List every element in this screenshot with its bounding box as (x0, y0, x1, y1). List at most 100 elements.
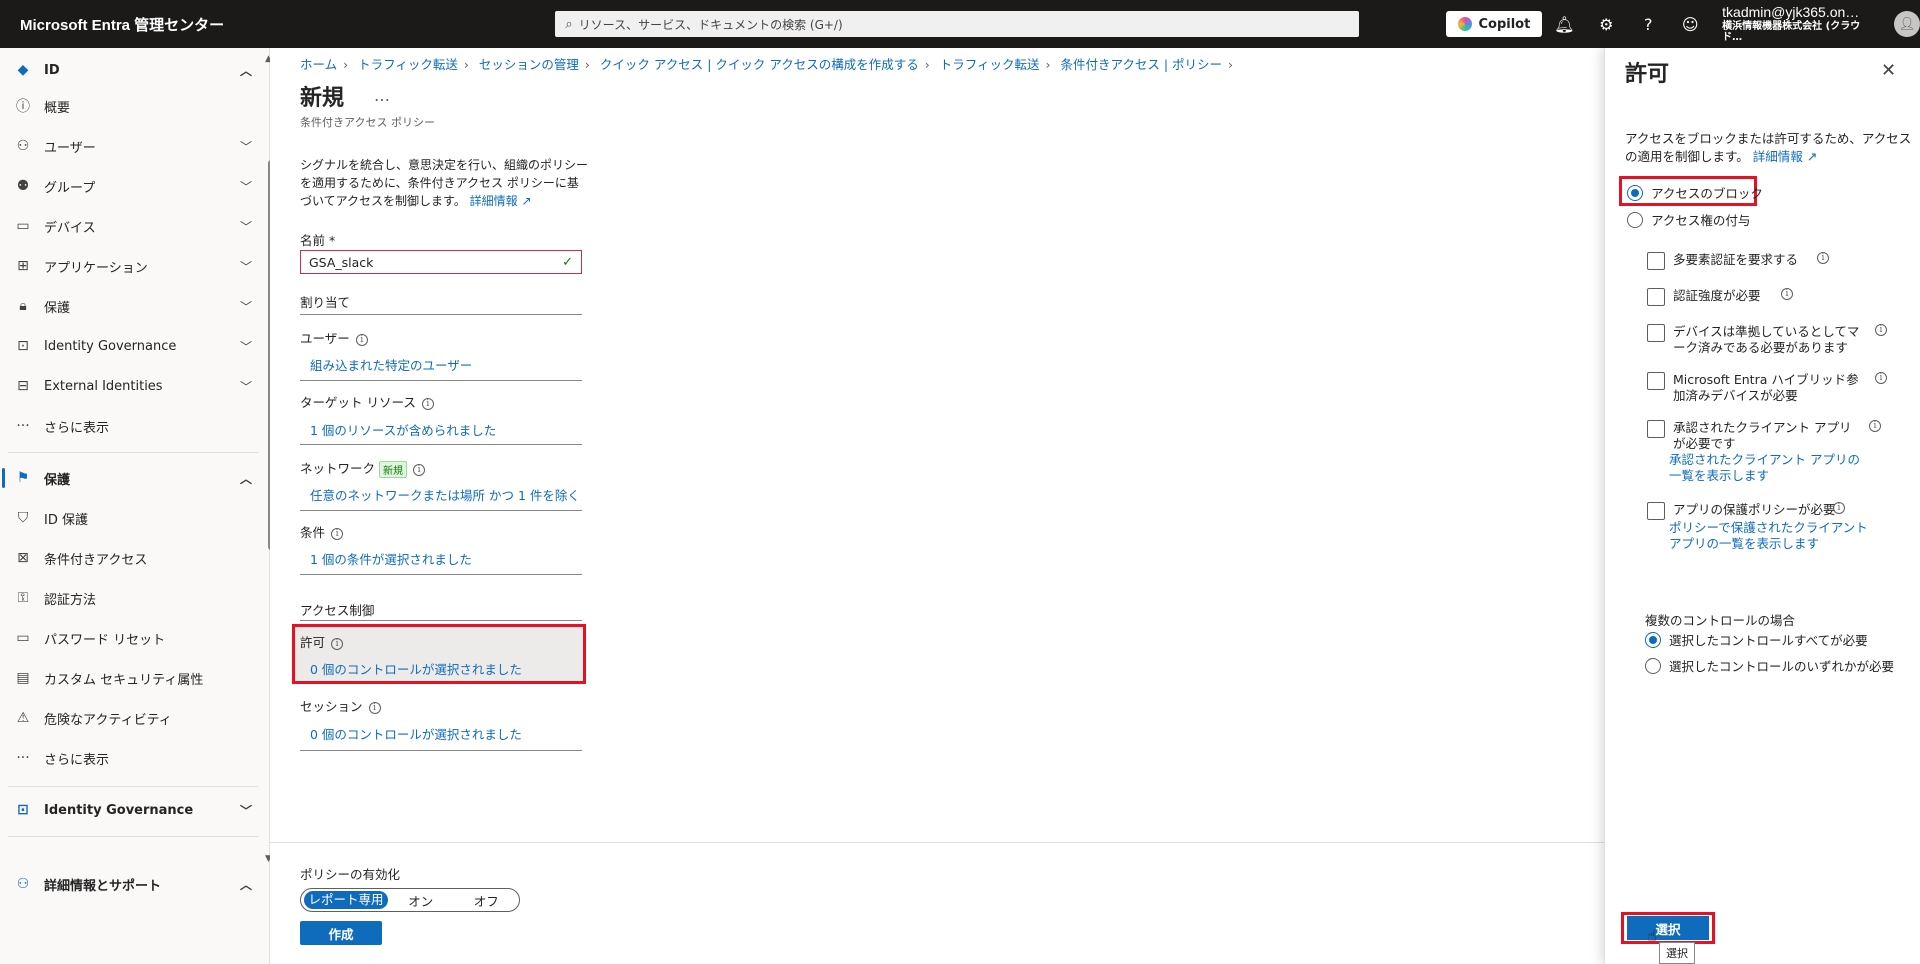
sidebar-item-applications[interactable]: ⊞ アプリケーション ﹀ (0, 248, 262, 284)
info-icon[interactable]: i (368, 701, 381, 714)
toggle-off[interactable]: オフ (454, 891, 520, 910)
sidebar-item-label: ID (44, 62, 60, 78)
require-one-radio[interactable]: 選択したコントロールのいずれかが必要 (1645, 656, 1894, 675)
info-icon[interactable]: i (413, 463, 426, 476)
sidebar-item-groups[interactable]: ⚉ グループ ﹀ (0, 168, 262, 204)
copilot-button[interactable]: Copilot (1446, 11, 1543, 37)
chevron-down-icon: ﹀ (239, 259, 252, 274)
sidebar-item-auth-methods[interactable]: ⚿ 認証方法 (0, 580, 262, 616)
breadcrumb-item[interactable]: セッションの管理 (479, 57, 579, 72)
info-icon[interactable]: i (331, 637, 344, 650)
sidebar-item-identity-governance-section[interactable]: ⊡ Identity Governance ﹀ (0, 792, 262, 828)
breadcrumb-item[interactable]: クイック アクセス | クイック アクセスの構成を作成する (600, 57, 919, 72)
sidebar-item-conditional-access[interactable]: ⊠ 条件付きアクセス (0, 540, 262, 576)
enable-policy-label: ポリシーの有効化 (300, 867, 401, 882)
check-approved-app[interactable]: 承認されたクライアント アプリが必要です i 承認されたクライアント アプリの一… (1647, 420, 1887, 483)
brand-title[interactable]: Microsoft Entra 管理センター (0, 14, 555, 35)
sidebar-item-devices[interactable]: ▭ デバイス ﹀ (0, 208, 262, 244)
breadcrumb-item[interactable]: トラフィック転送 (940, 57, 1040, 72)
bell-icon[interactable]: 🔔︎ (1544, 15, 1584, 34)
info-icon[interactable]: i (355, 333, 368, 346)
info-icon[interactable]: i (1875, 324, 1887, 336)
sidebar-item-risky-activities[interactable]: ⚠ 危険なアクティビティ (0, 700, 262, 736)
panel-learn-more-link[interactable]: 詳細情報 (1753, 149, 1803, 164)
sidebar-item-overview[interactable]: ⓘ 概要 (0, 88, 262, 124)
checkbox[interactable] (1647, 288, 1665, 306)
radio-unselected[interactable] (1627, 211, 1643, 228)
require-all-radio[interactable]: 選択したコントロールすべてが必要 (1645, 630, 1868, 649)
sidebar-item-id[interactable]: ◆ ID ︿ (0, 52, 262, 88)
checkbox[interactable] (1647, 324, 1665, 342)
grant-link[interactable]: 0 個のコントロールが選択されました (310, 659, 522, 678)
sidebar-item-show-more-2[interactable]: ··· さらに表示 (0, 740, 262, 776)
feedback-icon[interactable]: ☺ (1670, 15, 1710, 34)
lock-icon: 🔒︎ (19, 298, 27, 314)
radio-unselected[interactable] (1645, 657, 1661, 674)
more-icon[interactable]: … (374, 86, 390, 105)
info-icon[interactable]: i (1875, 372, 1887, 384)
multiple-controls-label: 複数のコントロールの場合 (1645, 613, 1796, 628)
radio-selected[interactable] (1645, 631, 1661, 648)
breadcrumb-item[interactable]: トラフィック転送 (358, 57, 458, 72)
page-title: 新規 (300, 86, 345, 111)
sidebar-item-protection[interactable]: 🔒︎ 保護 ﹀ (0, 288, 262, 324)
target-resources-label: ターゲット リソース i (300, 392, 434, 411)
enable-policy-toggle[interactable]: レポート専用 オン オフ (300, 888, 520, 912)
risk-icon: ⚠ (16, 710, 30, 726)
info-icon[interactable]: i (1781, 288, 1793, 300)
sidebar-item-password-reset[interactable]: ▭ パスワード リセット (0, 620, 262, 656)
name-field[interactable]: GSA_slack ✓ (300, 250, 582, 274)
target-resources-link[interactable]: 1 個のリソースが含められました (310, 420, 496, 439)
breadcrumb-item[interactable]: ホーム (300, 57, 337, 72)
sidebar-item-protection-section[interactable]: ⚑ 保護 ︿ (0, 460, 262, 496)
help-icon[interactable]: ? (1628, 15, 1668, 34)
info-icon[interactable]: i (421, 397, 434, 410)
sidebar-item-learn-support[interactable]: ⚇ 詳細情報とサポート ︿ (0, 866, 262, 902)
block-access-radio[interactable]: アクセスのブロック (1627, 183, 1763, 202)
toggle-on[interactable]: オン (388, 891, 454, 910)
select-button[interactable]: 選択 (1627, 916, 1709, 940)
info-icon[interactable]: i (1817, 252, 1829, 264)
checkbox[interactable] (1647, 252, 1665, 270)
name-label: 名前 * (300, 233, 336, 248)
sidebar-item-custom-security-attributes[interactable]: ▤ カスタム セキュリティ属性 (0, 660, 262, 696)
gear-icon[interactable]: ⚙ (1586, 15, 1626, 34)
protected-apps-link[interactable]: ポリシーで保護されたクライアント アプリの一覧を表示します (1669, 520, 1879, 552)
sidebar-item-label: さらに表示 (44, 420, 110, 436)
search-box[interactable]: ⌕ リソース、サービス、ドキュメントの検索 (G+/) (555, 11, 1360, 37)
checkbox[interactable] (1647, 502, 1665, 520)
grant-access-radio[interactable]: アクセス権の付与 (1627, 210, 1750, 229)
create-button[interactable]: 作成 (300, 921, 382, 945)
session-link[interactable]: 0 個のコントロールが選択されました (310, 724, 522, 743)
sidebar-item-label: Identity Governance (44, 338, 177, 354)
external-icon: ⊟ (17, 378, 29, 394)
sidebar-item-label: 条件付きアクセス (44, 552, 148, 568)
checkbox[interactable] (1647, 420, 1665, 438)
chevron-right-icon: › (1045, 57, 1051, 72)
avatar[interactable]: 👤︎ (1894, 11, 1920, 37)
breadcrumb-item[interactable]: 条件付きアクセス | ポリシー (1060, 57, 1222, 72)
learn-more-link[interactable]: 詳細情報 (470, 194, 518, 208)
toggle-report-only[interactable]: レポート専用 (304, 891, 388, 909)
checkbox[interactable] (1647, 372, 1665, 390)
sidebar-item-id-protection[interactable]: ⛉ ID 保護 (0, 500, 262, 536)
close-icon[interactable]: ✕ (1881, 60, 1896, 81)
radio-selected[interactable] (1627, 184, 1643, 201)
sidebar-item-label: デバイス (44, 220, 96, 236)
sidebar-item-external-identities[interactable]: ⊟ External Identities ﹀ (0, 368, 262, 404)
sidebar-item-show-more[interactable]: ··· さらに表示 (0, 408, 262, 444)
network-link[interactable]: 任意のネットワークまたは場所 かつ 1 件を除く (310, 485, 580, 504)
check-app-protection[interactable]: アプリの保護ポリシーが必要 i ポリシーで保護されたクライアント アプリの一覧を… (1647, 502, 1887, 562)
info-icon[interactable]: i (1833, 502, 1845, 514)
info-icon[interactable]: i (331, 527, 344, 540)
conditions-link[interactable]: 1 個の条件が選択されました (310, 549, 472, 568)
approved-apps-link[interactable]: 承認されたクライアント アプリの一覧を表示します (1669, 452, 1869, 484)
users-link[interactable]: 組み込まれた特定のユーザー (310, 355, 472, 374)
sidebar-item-users[interactable]: ⚇ ユーザー ﹀ (0, 128, 262, 164)
info-icon[interactable]: i (1869, 420, 1881, 432)
key-icon: ⚿ (17, 590, 29, 606)
sidebar-item-identity-governance[interactable]: ⊡ Identity Governance ﹀ (0, 328, 262, 364)
copilot-icon (1458, 17, 1473, 31)
account-info[interactable]: tkadmin@yjk365.on… 横浜情報機器株式会社 (クラウド… (1722, 4, 1880, 43)
account-org: 横浜情報機器株式会社 (クラウド… (1722, 20, 1861, 43)
